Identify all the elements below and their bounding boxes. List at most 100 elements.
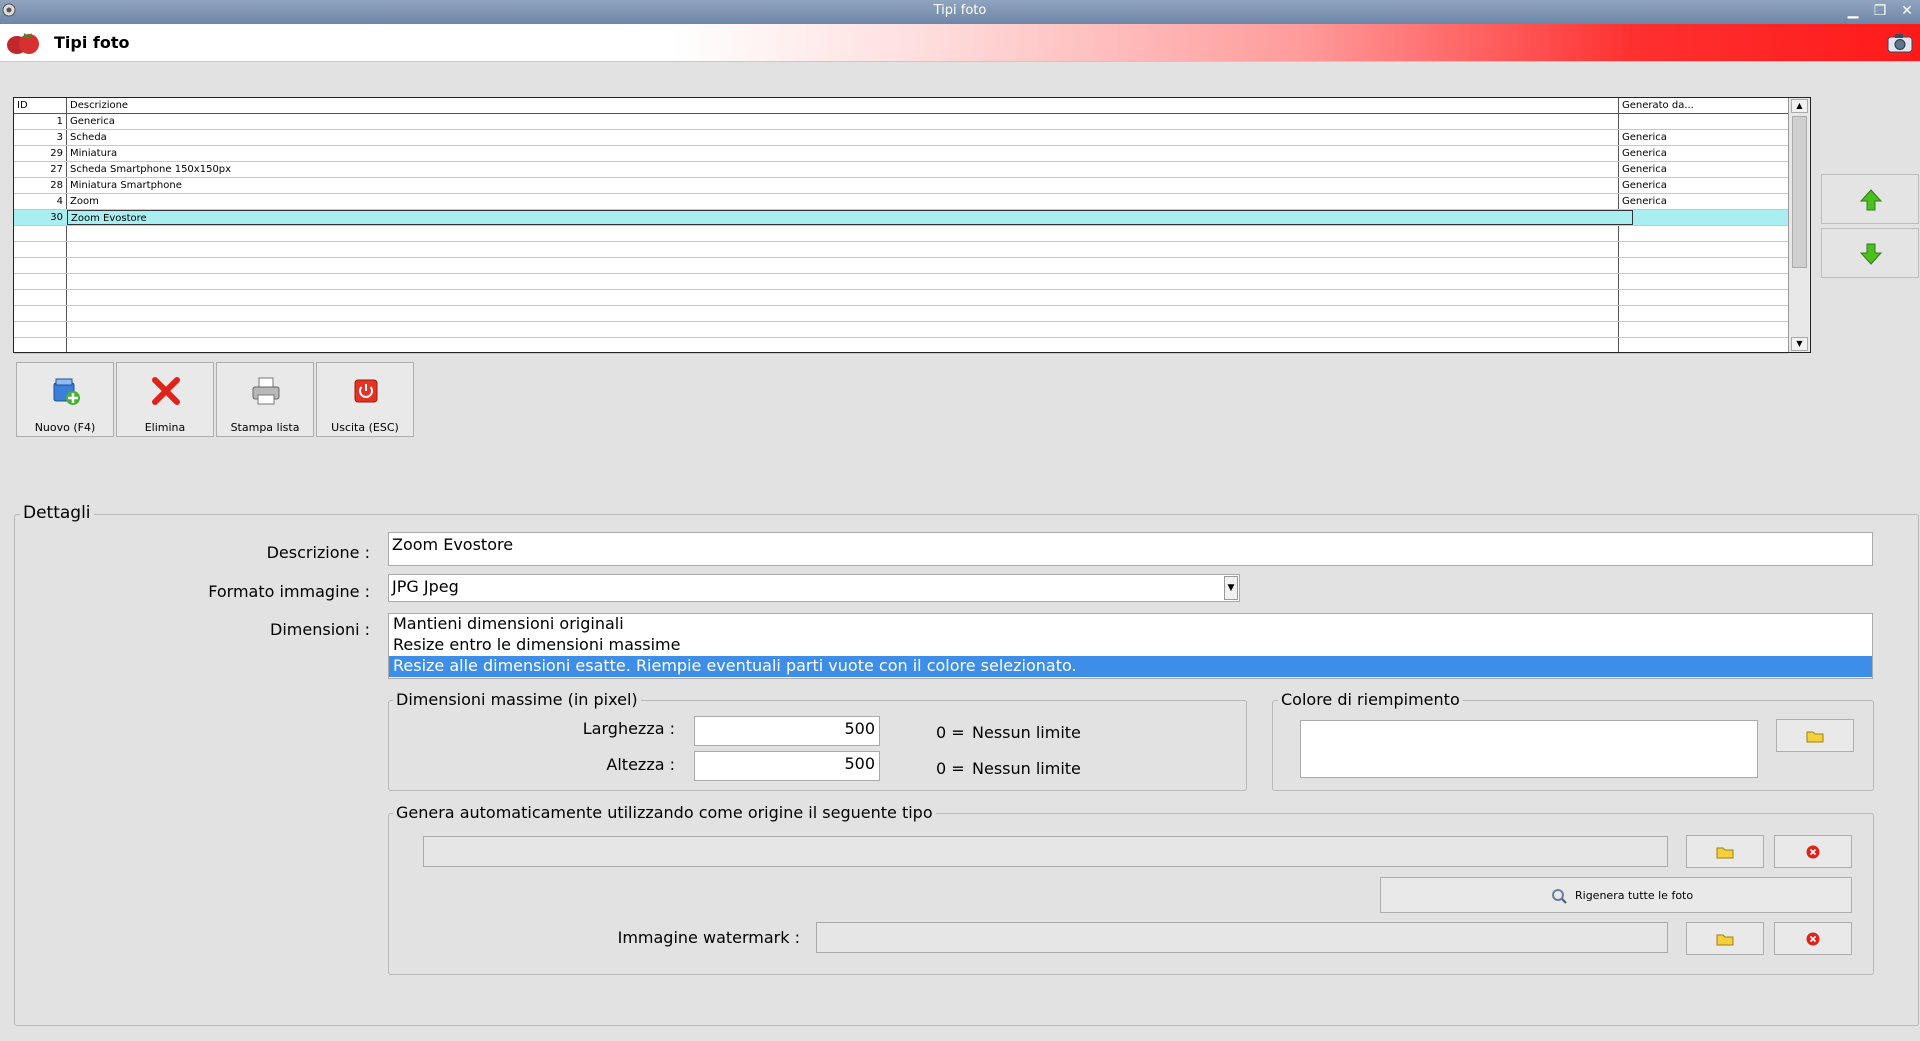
cell-generato-da: Generica (1622, 132, 1667, 143)
dimensioni-option[interactable]: Resize entro le dimensioni massime (389, 635, 1872, 656)
dimensioni-option[interactable]: Mantieni dimensioni originali (389, 614, 1872, 635)
dimensioni-option-selected[interactable]: Resize alle dimensioni esatte. Riempie e… (389, 656, 1872, 677)
arrow-up-icon (1860, 189, 1882, 211)
watermark-field[interactable] (816, 922, 1668, 953)
cell-descrizione: Zoom (70, 196, 99, 207)
table-row-selected[interactable]: 30 Zoom Evostore (14, 210, 1788, 226)
column-header-generato[interactable]: Generato da... (1619, 98, 1787, 114)
scroll-up-arrow-icon[interactable]: ▲ (1791, 99, 1808, 113)
header-bar: Tipi foto (0, 24, 1920, 62)
empty-table-row[interactable] (14, 274, 1788, 290)
empty-table-row[interactable] (14, 242, 1788, 258)
auto-gen-legend: Genera automaticamente utilizzando come … (393, 803, 936, 822)
formato-label: Formato immagine : (208, 582, 370, 601)
cell-generato-da: Generica (1622, 196, 1667, 207)
table-row[interactable]: 4 Zoom Generica (14, 194, 1788, 210)
move-up-button[interactable] (1821, 174, 1919, 224)
restore-button[interactable]: ❐ (1869, 1, 1891, 21)
scroll-down-arrow-icon[interactable]: ▼ (1791, 337, 1808, 351)
watermark-clear-button[interactable] (1774, 922, 1852, 955)
cell-generato-da: Generica (1622, 180, 1667, 191)
cell-id: 4 (56, 196, 63, 207)
arrow-down-icon (1860, 243, 1882, 265)
delete-x-icon (152, 377, 180, 405)
table-row[interactable]: 3 Scheda Generica (14, 130, 1788, 146)
refresh-icon (1552, 889, 1567, 904)
scroll-thumb[interactable] (1792, 116, 1807, 268)
new-button-label: Nuovo (F4) (34, 421, 96, 434)
folder-icon (1716, 934, 1734, 945)
empty-table-row[interactable] (14, 258, 1788, 274)
cell-id: 29 (50, 148, 63, 159)
empty-table-row[interactable] (14, 290, 1788, 306)
max-dimensions-legend: Dimensioni massime (in pixel) (393, 690, 641, 709)
grid-header: ID Descrizione Generato da... (14, 98, 1788, 114)
empty-table-row[interactable] (14, 338, 1788, 354)
larghezza-input[interactable]: 500 (694, 716, 880, 746)
print-list-button[interactable]: Stampa lista (216, 362, 314, 437)
window-titlebar: Tipi foto ▁ ❐ ✕ (0, 0, 1920, 24)
table-row[interactable]: 28 Miniatura Smartphone Generica (14, 178, 1788, 194)
grid-scrollbar[interactable]: ▲ ▼ (1788, 98, 1810, 352)
cell-generato-da (1619, 210, 1787, 225)
fill-color-legend: Colore di riempimento (1278, 690, 1463, 709)
cell-generato-da (1619, 114, 1787, 129)
watermark-label: Immagine watermark : (617, 928, 800, 947)
formato-select-value: JPG Jpeg (392, 577, 459, 596)
regenerate-all-button[interactable]: Rigenera tutte le foto (1380, 877, 1852, 913)
column-header-descrizione[interactable]: Descrizione (67, 98, 1617, 114)
table-row[interactable]: 27 Scheda Smartphone 150x150px Generica (14, 162, 1788, 178)
source-type-browse-button[interactable] (1686, 835, 1764, 868)
cell-generato-da: Generica (1622, 164, 1667, 175)
page-title: Tipi foto (54, 33, 130, 52)
details-legend: Dettagli (20, 503, 94, 523)
camera-icon (1887, 34, 1913, 53)
source-type-clear-button[interactable] (1774, 835, 1852, 868)
regenerate-all-label: Rigenera tutte le foto (1575, 889, 1694, 902)
folder-icon (1716, 847, 1734, 858)
move-down-button[interactable] (1821, 228, 1919, 278)
cell-id: 28 (50, 180, 63, 191)
fill-color-browse-button[interactable] (1776, 719, 1854, 752)
table-row[interactable]: 29 Miniatura Generica (14, 146, 1788, 162)
cell-id: 3 (56, 132, 63, 143)
cell-descrizione: Scheda Smartphone 150x150px (70, 164, 232, 175)
cell-descrizione: Miniatura (70, 148, 118, 159)
clear-icon (1806, 932, 1820, 945)
altezza-zero-label: 0 = (936, 759, 965, 778)
cell-id: 30 (50, 212, 63, 223)
delete-button-label: Elimina (144, 421, 186, 434)
altezza-no-limit-label: Nessun limite (972, 759, 1081, 778)
new-item-icon (53, 378, 80, 405)
altezza-input[interactable]: 500 (694, 751, 880, 781)
print-list-label: Stampa lista (230, 421, 300, 434)
table-row[interactable]: 1 Generica (14, 114, 1788, 130)
cell-descrizione: Generica (70, 116, 115, 127)
close-window-button[interactable]: ✕ (1896, 1, 1918, 21)
watermark-browse-button[interactable] (1686, 922, 1764, 955)
dimensioni-listbox[interactable]: Mantieni dimensioni originali Resize ent… (388, 613, 1873, 679)
formato-select[interactable]: JPG Jpeg ▼ (388, 574, 1240, 602)
cell-generato-da: Generica (1622, 148, 1667, 159)
cell-id: 27 (50, 164, 63, 175)
minimize-button[interactable]: ▁ (1842, 1, 1864, 21)
new-button[interactable]: Nuovo (F4) (16, 362, 114, 437)
delete-button[interactable]: Elimina (116, 362, 214, 437)
empty-table-row[interactable] (14, 226, 1788, 242)
chevron-down-icon[interactable]: ▼ (1224, 576, 1238, 600)
exit-button-label: Uscita (ESC) (331, 421, 399, 434)
larghezza-label: Larghezza : (582, 719, 675, 738)
empty-table-row[interactable] (14, 306, 1788, 322)
exit-button[interactable]: Uscita (ESC) (316, 362, 414, 437)
fill-color-swatch[interactable] (1300, 720, 1758, 778)
window-title: Tipi foto (933, 3, 987, 18)
descrizione-input[interactable]: Zoom Evostore (388, 532, 1873, 566)
folder-icon (1806, 731, 1824, 742)
clear-icon (1806, 845, 1820, 858)
dimensioni-label: Dimensioni : (270, 620, 370, 639)
cell-id: 1 (56, 116, 63, 127)
column-header-id[interactable]: ID (14, 98, 66, 114)
source-type-field[interactable] (423, 836, 1668, 867)
empty-table-row[interactable] (14, 322, 1788, 338)
photo-types-grid[interactable]: ID Descrizione Generato da... 1 Generica 3… (13, 97, 1811, 354)
